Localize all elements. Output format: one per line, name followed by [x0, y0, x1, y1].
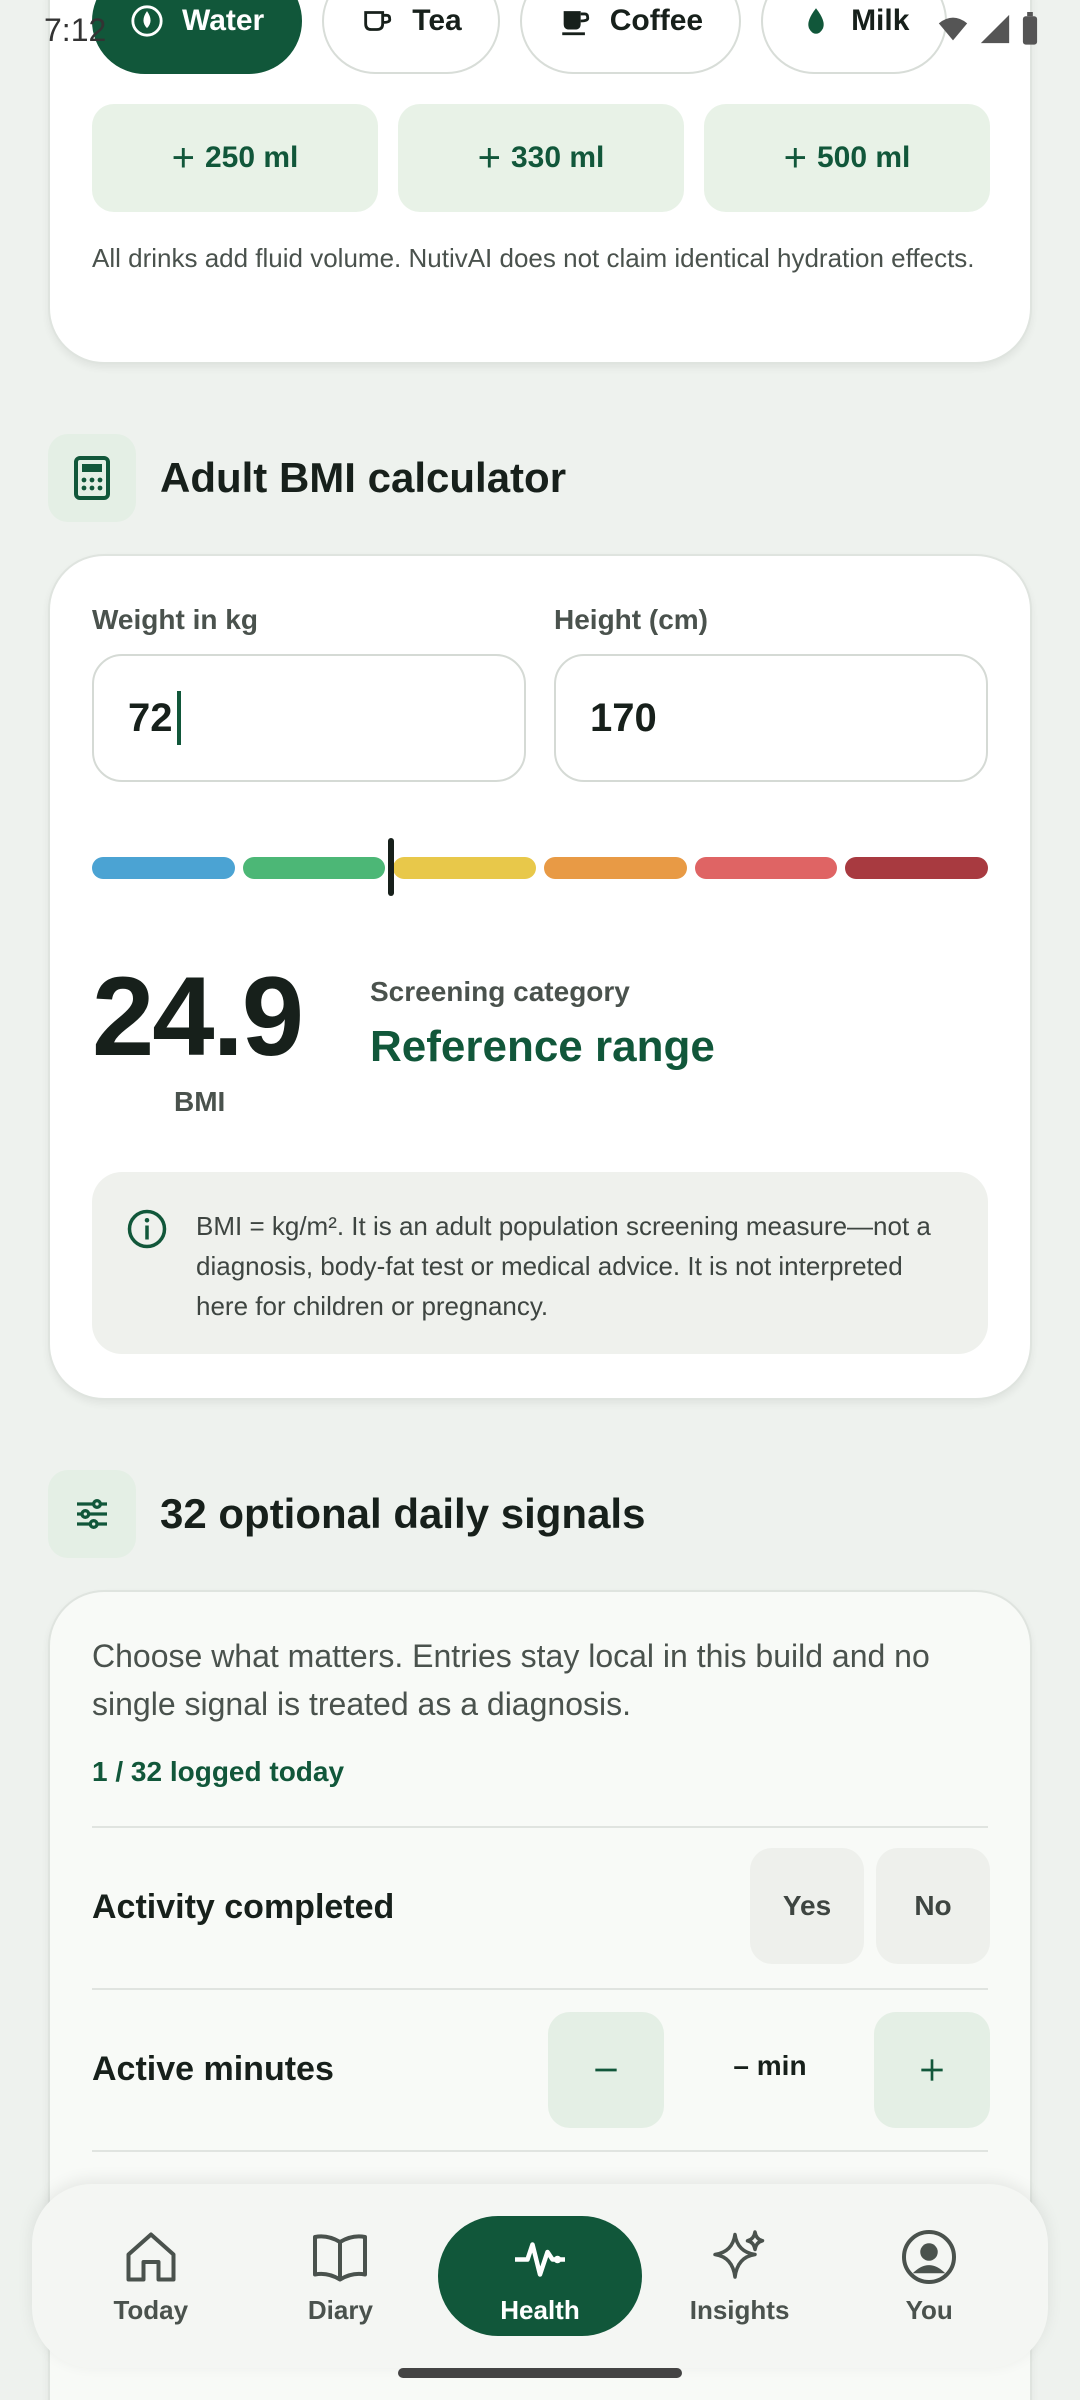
home-indicator — [398, 2368, 682, 2378]
bmi-scale-marker — [388, 838, 394, 896]
chip-label: Water — [182, 4, 265, 37]
info-icon — [126, 1208, 168, 1255]
chip-water[interactable]: Water — [92, 0, 303, 74]
nav-insights[interactable]: Insights — [648, 2216, 832, 2336]
chip-label: Tea — [412, 4, 462, 37]
wifi-icon — [938, 17, 968, 41]
add-250-button[interactable]: +250 ml — [92, 104, 378, 212]
plus-icon — [921, 2059, 943, 2081]
category-label: Screening category — [370, 976, 630, 1007]
nav-you[interactable]: You — [837, 2216, 1021, 2336]
weight-input[interactable]: 72 — [92, 654, 526, 782]
chip-label: Milk — [851, 4, 910, 37]
nav-label: Health — [500, 2294, 580, 2325]
calculator-icon — [48, 434, 136, 522]
bmi-scale-segment — [544, 857, 687, 879]
divider — [92, 2150, 988, 2152]
add-330-button[interactable]: +330 ml — [398, 104, 684, 212]
book-icon — [313, 2233, 368, 2281]
signals-section-header: 32 optional daily signals — [48, 1470, 645, 1558]
tea-cup-icon — [364, 11, 392, 31]
app-screen: 7:12 Water Tea Coffee Milk +250 ml +330 … — [0, 0, 1080, 2400]
chip-tea[interactable]: Tea — [322, 0, 500, 74]
add-500-button[interactable]: +500 ml — [704, 104, 990, 212]
height-label: Height (cm) — [554, 604, 708, 635]
decrease-minutes-button[interactable] — [548, 2012, 664, 2128]
pulse-icon — [514, 2241, 565, 2277]
text-cursor — [176, 691, 181, 745]
bmi-info-box: BMI = kg/m². It is an adult population s… — [92, 1172, 988, 1354]
active-minutes-label: Active minutes — [92, 2050, 334, 2088]
water-drop-icon — [131, 5, 163, 37]
nav-label: Diary — [307, 2294, 373, 2325]
weight-value: 72 — [128, 695, 173, 740]
signals-count: 1 / 32 logged today — [92, 1756, 345, 1787]
chip-label: Coffee — [609, 4, 704, 37]
minutes-value: – min — [733, 2050, 807, 2081]
bmi-title: Adult BMI calculator — [160, 454, 567, 501]
hydration-note: All drinks add fluid volume. NutivAI doe… — [92, 243, 975, 273]
signal-icon — [980, 14, 1010, 44]
amount-label: 330 ml — [510, 141, 605, 174]
bmi-scale-segment — [845, 857, 989, 879]
signals-title: 32 optional daily signals — [160, 1490, 646, 1537]
weight-label: Weight in kg — [92, 604, 258, 635]
bmi-scale-segment — [92, 857, 235, 879]
nav-today[interactable]: Today — [59, 2216, 243, 2336]
milk-drop-icon — [808, 8, 824, 34]
bmi-info-text: BMI = kg/m². It is an adult population s… — [196, 1211, 931, 1321]
bmi-section-header: Adult BMI calculator — [48, 434, 566, 522]
home-icon — [126, 2232, 176, 2281]
activity-yes-button[interactable]: Yes — [750, 1848, 864, 1964]
bmi-scale-segment — [242, 857, 386, 879]
chip-coffee[interactable]: Coffee — [519, 0, 742, 74]
increase-minutes-button[interactable] — [874, 2012, 990, 2128]
status-time: 7:12 — [44, 12, 107, 48]
drink-chips: Water Tea Coffee Milk — [92, 0, 948, 74]
amount-label: 250 ml — [204, 141, 299, 174]
bmi-value: 24.9 — [92, 954, 304, 1079]
bmi-scale — [92, 857, 989, 879]
bmi-scale-segment — [694, 857, 838, 879]
plus-icon: + — [171, 135, 195, 180]
plus-icon: + — [783, 135, 807, 180]
category-value: Reference range — [370, 1022, 715, 1071]
person-icon — [902, 2229, 957, 2284]
nav-health[interactable]: Health — [437, 2216, 642, 2336]
bmi-unit-label: BMI — [174, 1086, 226, 1117]
nav-diary[interactable]: Diary — [248, 2216, 432, 2336]
activity-completed-label: Activity completed — [92, 1888, 395, 1926]
nav-label: Insights — [689, 2294, 790, 2325]
sparkle-icon — [712, 2229, 764, 2279]
minus-icon — [595, 2068, 617, 2072]
activity-no-button[interactable]: No — [876, 1848, 990, 1964]
battery-icon — [1022, 12, 1038, 45]
sliders-icon — [48, 1470, 136, 1558]
divider — [92, 1988, 988, 1990]
amount-label: 500 ml — [816, 141, 911, 174]
coffee-cup-icon — [561, 11, 589, 36]
plus-icon: + — [477, 135, 501, 180]
bottom-nav: Today Diary Health Insights You — [32, 2184, 1048, 2368]
amount-buttons: +250 ml +330 ml +500 ml — [92, 104, 990, 212]
signals-intro: Choose what matters. Entries stay local … — [92, 1638, 930, 1722]
chip-milk[interactable]: Milk — [761, 0, 948, 74]
nav-label: You — [905, 2294, 953, 2325]
height-value: 170 — [590, 695, 657, 740]
height-input[interactable]: 170 — [554, 654, 988, 782]
nav-label: Today — [113, 2294, 189, 2325]
bmi-scale-segment — [393, 857, 537, 879]
status-icons — [936, 12, 1040, 46]
divider — [92, 1826, 988, 1828]
